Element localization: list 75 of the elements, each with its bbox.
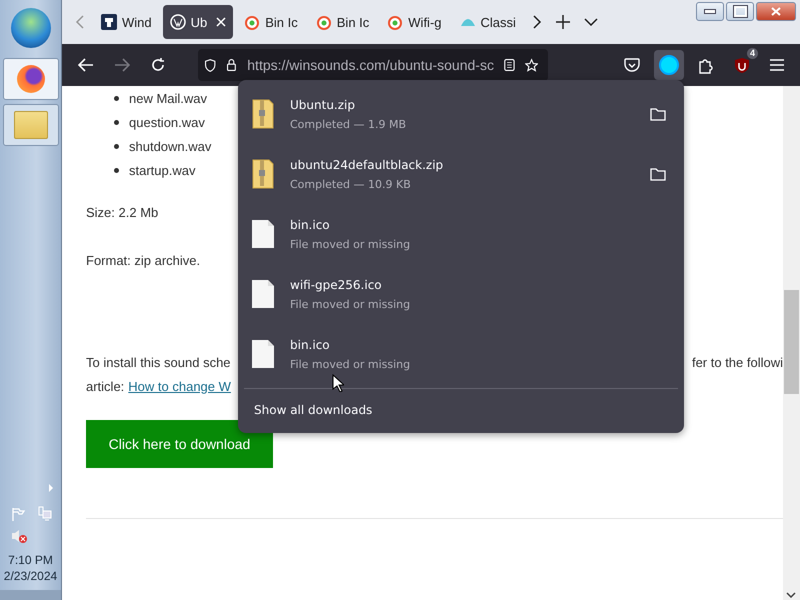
- browser-tab[interactable]: Wifi-g: [380, 5, 448, 39]
- article-link[interactable]: How to change W: [128, 378, 231, 394]
- scrollbar-thumb[interactable]: [784, 290, 799, 394]
- close-icon[interactable]: [216, 17, 226, 27]
- mouse-cursor-icon: [332, 374, 344, 392]
- ring-icon: [316, 14, 332, 30]
- paragraph-text: fer to the followi: [692, 354, 783, 370]
- start-button[interactable]: [10, 8, 50, 48]
- reader-view-icon[interactable]: [504, 57, 515, 73]
- size-text: Size: 2.2 Mb: [86, 204, 160, 222]
- reload-icon[interactable]: [150, 57, 166, 73]
- browser-tab[interactable]: Bin Ic: [308, 5, 376, 39]
- file-name: ubuntu24defaultblack.zip: [290, 158, 444, 172]
- shield-icon[interactable]: [204, 56, 216, 74]
- shield-extension-icon[interactable]: [734, 56, 750, 74]
- download-item[interactable]: ubuntu24defaultblack.zip Completed — 10.9 KB: [238, 144, 684, 204]
- browser-tab[interactable]: Classi: [452, 5, 523, 39]
- tab-scroll-right-icon[interactable]: [532, 15, 542, 29]
- folder-icon[interactable]: [650, 167, 666, 181]
- back-icon[interactable]: [78, 58, 94, 72]
- file-icon: [250, 279, 276, 309]
- firefox-taskbar-button[interactable]: [2, 58, 58, 100]
- download-button[interactable]: Click here to download: [86, 420, 273, 468]
- download-status: Completed — 1.9 MB: [290, 118, 406, 130]
- file-name: wifi-gpe256.ico: [290, 278, 382, 292]
- file-icon: [250, 219, 276, 249]
- close-button[interactable]: [756, 2, 796, 21]
- minimize-button[interactable]: [696, 2, 724, 21]
- menu-icon[interactable]: [770, 59, 784, 71]
- list-item-text: startup.wav: [129, 162, 196, 178]
- download-status: File moved or missing: [290, 358, 410, 370]
- list-item-text: shutdown.wav: [129, 138, 212, 154]
- ring-icon: [244, 14, 260, 30]
- scroll-down-icon[interactable]: [786, 592, 796, 598]
- download-status: File moved or missing: [290, 238, 410, 250]
- puzzle-icon[interactable]: [698, 56, 714, 74]
- download-item[interactable]: wifi-gpe256.ico File moved or missing: [238, 264, 684, 324]
- site-logo-icon: [101, 14, 117, 30]
- browser-tab[interactable]: Ub: [162, 5, 234, 39]
- zip-folder-icon: [250, 158, 276, 190]
- url-text[interactable]: https://winsounds.com/ubuntu-sound-sc: [247, 57, 494, 73]
- scrollbar[interactable]: [783, 86, 800, 600]
- clock-date[interactable]: 2/23/2024: [4, 568, 58, 584]
- restore-button[interactable]: [726, 2, 754, 21]
- new-tab-icon[interactable]: [556, 15, 570, 29]
- list-item-text: new Mail.wav: [129, 90, 208, 106]
- download-item[interactable]: Ubuntu.zip Completed — 1.9 MB: [238, 84, 684, 144]
- browser-tab[interactable]: Bin Ic: [237, 5, 305, 39]
- clock-time[interactable]: 7:10 PM: [8, 552, 53, 568]
- file-name: Ubuntu.zip: [290, 98, 355, 112]
- ring-icon: [387, 14, 404, 30]
- star-icon[interactable]: [524, 56, 538, 74]
- list-item-text: question.wav: [129, 114, 205, 130]
- count-badge: 4: [746, 48, 758, 58]
- chevron-down-icon[interactable]: [584, 18, 598, 26]
- file-name: bin.ico: [290, 338, 330, 352]
- format-text: Format: zip archive.: [86, 252, 202, 270]
- pocket-icon[interactable]: [624, 58, 640, 72]
- zip-folder-icon: [250, 98, 276, 130]
- download-status: Completed — 10.9 KB: [290, 178, 411, 190]
- w-logo-icon: [170, 14, 186, 30]
- speaker-muted-icon[interactable]: [10, 528, 28, 544]
- paragraph-text: To install this sound sche: [86, 354, 231, 370]
- download-status: File moved or missing: [290, 298, 410, 310]
- folder-icon[interactable]: [650, 107, 666, 121]
- file-name: bin.ico: [290, 218, 330, 232]
- download-item[interactable]: bin.ico File moved or missing: [238, 324, 684, 384]
- file-icon: [250, 339, 276, 369]
- download-item[interactable]: bin.ico File moved or missing: [238, 204, 684, 264]
- downloads-button[interactable]: [654, 50, 684, 80]
- address-bar[interactable]: https://winsounds.com/ubuntu-sound-sc: [198, 49, 548, 81]
- lock-icon: [226, 57, 238, 73]
- article-label: article:: [86, 378, 124, 394]
- close-icon: [771, 7, 781, 16]
- browser-tab[interactable]: Wind: [94, 5, 159, 39]
